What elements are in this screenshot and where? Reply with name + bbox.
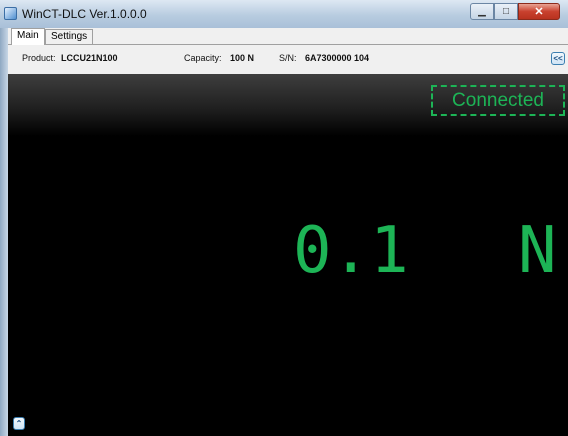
minimize-button[interactable]: ▁: [470, 3, 494, 20]
window-border: [0, 28, 8, 436]
tab-main[interactable]: Main: [11, 28, 45, 45]
connection-status: Connected: [431, 85, 565, 116]
tab-strip: Main Settings: [8, 28, 568, 45]
window-title: WinCT-DLC Ver.1.0.0.0: [22, 7, 147, 21]
capacity-label: Capacity:: [184, 53, 222, 63]
product-label: Product:: [22, 53, 56, 63]
window-controls: ▁ □ ✕: [470, 3, 560, 21]
collapse-button[interactable]: <<: [551, 52, 565, 65]
serial-label: S/N:: [279, 53, 297, 63]
app-window: WinCT-DLC Ver.1.0.0.0 ▁ □ ✕ Main Setting…: [0, 0, 568, 436]
tab-settings[interactable]: Settings: [45, 29, 94, 44]
serial-value: 6A7300000 104: [305, 53, 370, 63]
measurement-display: Connected 0.1 N ⌃: [8, 74, 568, 436]
maximize-button[interactable]: □: [494, 3, 518, 20]
expand-button[interactable]: ⌃: [13, 417, 25, 430]
title-bar[interactable]: WinCT-DLC Ver.1.0.0.0 ▁ □ ✕: [0, 0, 568, 28]
capacity-value: 100 N: [230, 53, 255, 63]
force-unit: N: [518, 214, 557, 288]
product-info-bar: Product: LCCU21N100 Capacity: 100 N S/N:…: [8, 45, 568, 72]
app-icon: [4, 7, 17, 20]
product-value: LCCU21N100: [61, 53, 118, 63]
close-button[interactable]: ✕: [518, 3, 560, 20]
force-reading: 0.1: [293, 214, 409, 288]
